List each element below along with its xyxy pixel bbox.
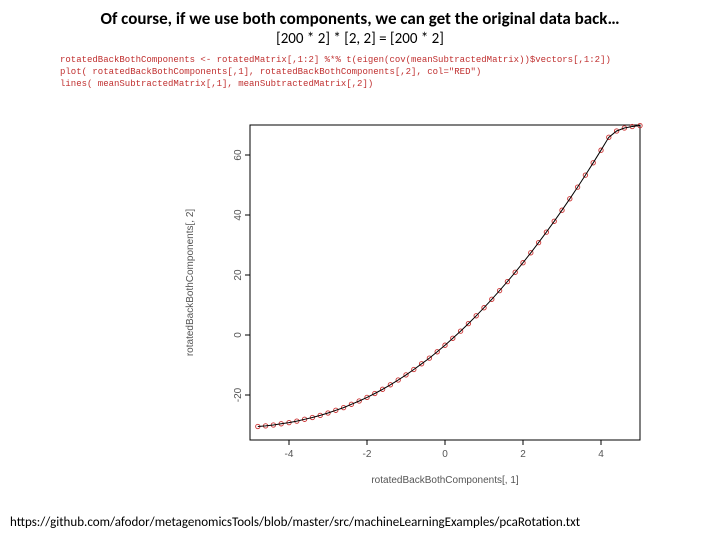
code-line-1: rotatedBackBothComponents <- rotatedMatr… [60,55,611,65]
svg-text:rotatedBackBothComponents[, 2]: rotatedBackBothComponents[, 2] [185,209,196,357]
scatter-plot: -4-2024-200204060rotatedBackBothComponen… [175,115,655,495]
svg-text:40: 40 [233,209,244,221]
code-line-3: lines( meanSubtractedMatrix[,1], meanSub… [60,79,373,89]
svg-text:2: 2 [520,449,526,460]
plot-svg: -4-2024-200204060rotatedBackBothComponen… [175,115,655,495]
svg-text:0: 0 [233,332,244,338]
svg-text:4: 4 [598,449,604,460]
svg-text:20: 20 [233,269,244,281]
slide-title: Of course, if we use both components, we… [0,0,720,29]
svg-text:-2: -2 [363,449,372,460]
svg-text:-20: -20 [233,387,244,402]
r-code-block: rotatedBackBothComponents <- rotatedMatr… [60,54,720,90]
svg-text:60: 60 [233,149,244,161]
slide-subtitle: [200 * 2] * [2, 2] = [200 * 2] [0,30,720,48]
svg-text:rotatedBackBothComponents[, 1]: rotatedBackBothComponents[, 1] [371,475,519,486]
footer-url: https://github.com/afodor/metagenomicsTo… [0,515,720,530]
svg-text:0: 0 [442,449,448,460]
code-line-2: plot( rotatedBackBothComponents[,1], rot… [60,67,481,77]
svg-text:-4: -4 [285,449,294,460]
